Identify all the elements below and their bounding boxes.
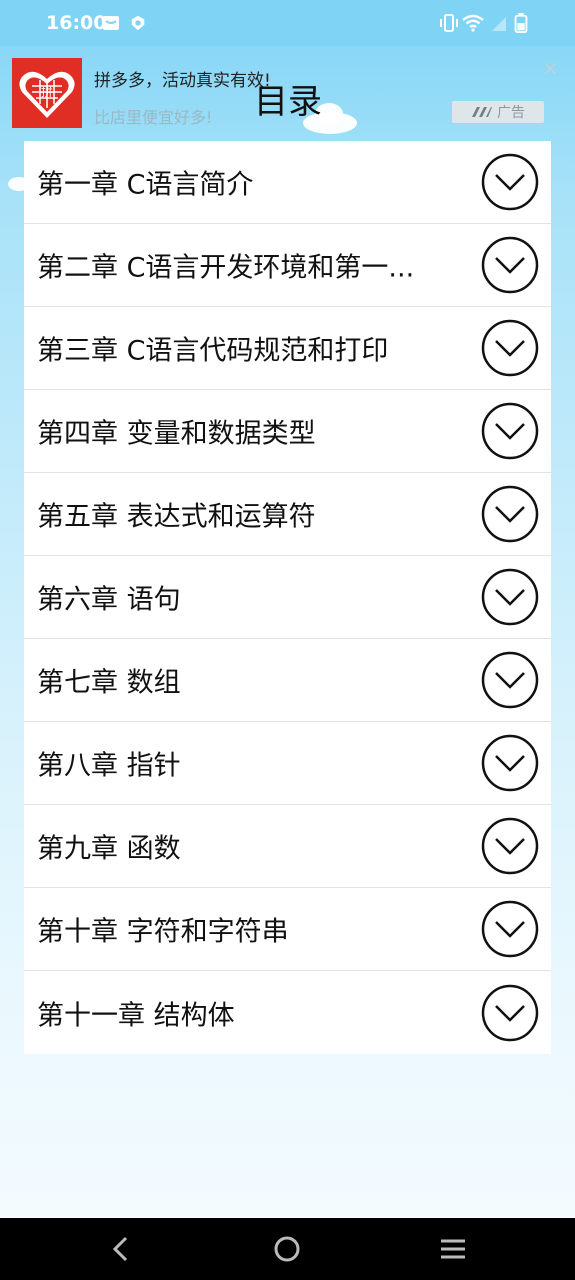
- chapter-item[interactable]: 第十章 字符和字符串: [24, 888, 551, 971]
- vibrate-icon: [440, 14, 458, 32]
- chapter-label: 第九章 函数: [37, 833, 181, 865]
- chevron-down-icon[interactable]: [481, 568, 539, 626]
- svg-text:拼: 拼: [41, 85, 53, 99]
- signal-icon: [492, 17, 506, 31]
- chapter-label: 第六章 语句: [37, 584, 181, 616]
- chevron-down-icon[interactable]: [481, 485, 539, 543]
- chapter-item[interactable]: 第十一章 结构体: [24, 971, 551, 1054]
- chevron-down-icon[interactable]: [481, 402, 539, 460]
- battery-icon: [514, 13, 528, 33]
- chapter-label: 第十章 字符和字符串: [37, 916, 289, 948]
- chapter-item[interactable]: 第一章 C语言简介: [24, 141, 551, 224]
- mail-icon: [103, 16, 119, 30]
- chapter-item[interactable]: 第三章 C语言代码规范和打印: [24, 307, 551, 390]
- status-bar: 16:00: [0, 0, 575, 46]
- chapter-label: 第七章 数组: [37, 667, 181, 699]
- chapter-label: 第十一章 结构体: [37, 1000, 235, 1031]
- chevron-down-icon[interactable]: [481, 319, 539, 377]
- chapter-label: 第一章 C语言简介: [37, 169, 254, 201]
- chapter-label: 第八章 指针: [37, 750, 181, 782]
- chapter-item[interactable]: 第九章 函数: [24, 805, 551, 888]
- chevron-down-icon[interactable]: [481, 734, 539, 792]
- chapter-item[interactable]: 第五章 表达式和运算符: [24, 473, 551, 556]
- chapter-label: 第五章 表达式和运算符: [37, 501, 316, 533]
- chapter-item[interactable]: 第八章 指针: [24, 722, 551, 805]
- chevron-down-icon[interactable]: [481, 236, 539, 294]
- menu-icon[interactable]: [438, 1234, 468, 1264]
- chevron-down-icon[interactable]: [481, 984, 539, 1042]
- ad-badge-label: 广告: [497, 105, 525, 121]
- wifi-icon: [462, 14, 484, 32]
- home-icon[interactable]: [272, 1234, 302, 1264]
- ad-badge: 广告: [452, 101, 544, 123]
- chapter-label: 第四章 变量和数据类型: [37, 418, 316, 450]
- chapter-item[interactable]: 第六章 语句: [24, 556, 551, 639]
- chevron-down-icon[interactable]: [481, 817, 539, 875]
- back-icon[interactable]: [106, 1234, 136, 1264]
- chapter-list: 第一章 C语言简介 第二章 C语言开发环境和第一... 第三章 C语言代码规范和…: [24, 141, 551, 1054]
- chapter-item[interactable]: 第四章 变量和数据类型: [24, 390, 551, 473]
- ad-close-button[interactable]: ×: [542, 56, 559, 80]
- chevron-down-icon[interactable]: [481, 900, 539, 958]
- chapter-item[interactable]: 第二章 C语言开发环境和第一...: [24, 224, 551, 307]
- ad-logo[interactable]: 拼: [12, 58, 82, 128]
- status-time: 16:00: [46, 12, 107, 34]
- navigation-bar: [0, 1218, 575, 1280]
- chevron-down-icon[interactable]: [481, 153, 539, 211]
- ad-subtitle[interactable]: 比店里便宜好多!: [94, 104, 212, 128]
- page-title: 目录: [254, 82, 322, 122]
- ad-title[interactable]: 拼多多，活动真实有效!: [94, 66, 271, 91]
- chapter-label: 第三章 C语言代码规范和打印: [37, 335, 389, 367]
- ad-network-icon: [472, 107, 492, 117]
- chevron-down-icon[interactable]: [481, 651, 539, 709]
- chapter-label: 第二章 C语言开发环境和第一...: [37, 252, 415, 284]
- shield-icon: [131, 15, 145, 31]
- chapter-item[interactable]: 第七章 数组: [24, 639, 551, 722]
